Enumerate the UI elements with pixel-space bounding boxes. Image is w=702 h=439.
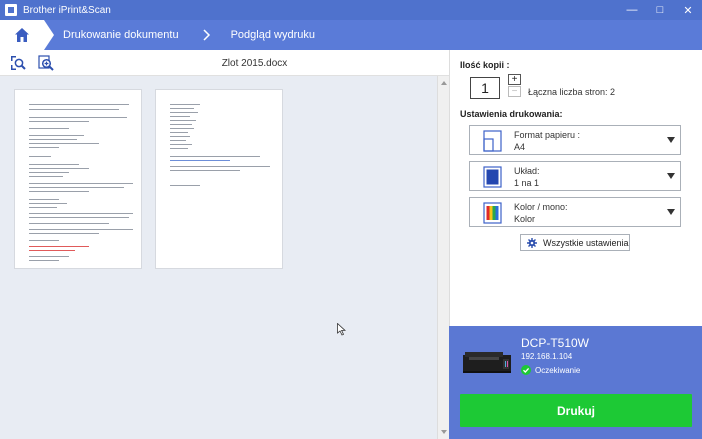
window-controls: — □ ✕ bbox=[618, 0, 702, 20]
preview-scrollbar[interactable] bbox=[437, 76, 449, 439]
printer-ip: 192.168.1.104 bbox=[521, 352, 573, 361]
color-mode-dropdown[interactable]: Kolor / mono: Kolor bbox=[469, 197, 681, 227]
mouse-cursor-icon bbox=[337, 323, 346, 336]
window-title: Brother iPrint&Scan bbox=[23, 4, 111, 16]
paper-size-label: Format papieru : bbox=[514, 130, 581, 140]
chevron-right-icon bbox=[203, 29, 211, 41]
color-mode-label: Kolor / mono: bbox=[514, 202, 568, 212]
print-button[interactable]: Drukuj bbox=[460, 394, 692, 427]
all-settings-button[interactable]: Wszystkie ustawienia bbox=[520, 234, 630, 251]
paper-size-dropdown[interactable]: Format papieru : A4 bbox=[469, 125, 681, 155]
scroll-down-icon[interactable] bbox=[441, 430, 447, 434]
home-button[interactable] bbox=[0, 20, 54, 50]
crumb-print-document[interactable]: Drukowanie dokumentu bbox=[63, 29, 179, 41]
layout-label: Układ: bbox=[514, 166, 540, 176]
print-settings-label: Ustawienia drukowania: bbox=[460, 109, 563, 119]
printer-status: Oczekiwanie bbox=[521, 365, 580, 375]
preview-page-2 bbox=[155, 89, 283, 269]
layout-value: 1 na 1 bbox=[514, 178, 540, 188]
document-name: Zlot 2015.docx bbox=[221, 58, 288, 69]
maximize-button[interactable]: □ bbox=[646, 0, 674, 20]
layout-dropdown[interactable]: Układ: 1 na 1 bbox=[469, 161, 681, 191]
gear-icon bbox=[527, 237, 537, 248]
color-icon bbox=[483, 202, 502, 224]
preview-area bbox=[0, 76, 437, 439]
total-pages-label: Łączna liczba stron: 2 bbox=[528, 87, 616, 97]
preview-page-1 bbox=[14, 89, 142, 269]
title-bar: Brother iPrint&Scan — □ ✕ bbox=[0, 0, 702, 20]
close-button[interactable]: ✕ bbox=[674, 0, 702, 20]
preview-toolbar: Zlot 2015.docx bbox=[0, 50, 449, 76]
scroll-up-icon[interactable] bbox=[441, 81, 447, 85]
paper-size-value: A4 bbox=[514, 142, 526, 152]
all-settings-label: Wszystkie ustawienia bbox=[543, 237, 629, 248]
chevron-down-icon bbox=[667, 209, 675, 215]
chevron-down-icon bbox=[667, 173, 675, 179]
layout-icon bbox=[483, 166, 502, 188]
copies-input[interactable]: 1 bbox=[470, 77, 500, 99]
copies-label: Ilość kopii : bbox=[460, 60, 510, 70]
chevron-down-icon bbox=[667, 137, 675, 143]
crumb-print-preview[interactable]: Podgląd wydruku bbox=[231, 29, 315, 41]
breadcrumb: Drukowanie dokumentu Podgląd wydruku bbox=[0, 20, 702, 50]
color-mode-value: Kolor bbox=[514, 214, 536, 224]
printer-status-label: Oczekiwanie bbox=[535, 365, 581, 375]
minimize-button[interactable]: — bbox=[618, 0, 646, 20]
printer-name[interactable]: DCP-T510W bbox=[521, 336, 589, 350]
app-icon bbox=[5, 4, 17, 16]
printer-image bbox=[463, 352, 511, 373]
check-icon bbox=[521, 365, 531, 375]
copies-decrement-button[interactable]: − bbox=[508, 86, 521, 97]
copies-increment-button[interactable]: + bbox=[508, 74, 521, 85]
paper-size-icon bbox=[483, 130, 502, 152]
home-icon bbox=[15, 28, 29, 42]
